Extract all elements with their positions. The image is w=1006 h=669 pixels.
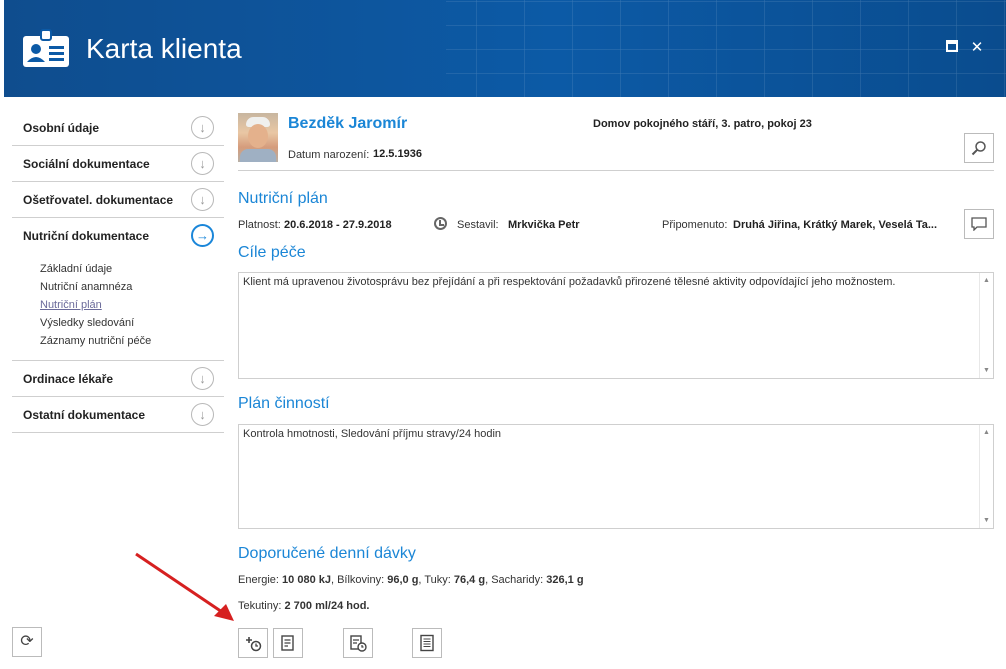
arrow-down-circle-icon[interactable]: ↓ [191,367,214,390]
scrollbar[interactable]: ▲ ▼ [979,425,993,528]
search-icon[interactable] [964,133,994,163]
activities-heading: Plán činností [238,395,330,412]
plan-heading: Nutriční plán [238,190,328,207]
subitem-monitoring-results[interactable]: Výsledky sledování [40,314,224,332]
subitem-care-records[interactable]: Záznamy nutriční péče [40,332,224,350]
arrow-right-circle-icon[interactable]: → [191,224,214,247]
document-history-icon[interactable] [343,628,373,658]
header-pattern [446,0,1006,97]
document-list-icon[interactable] [412,628,442,658]
carbs-value: 326,1 g [546,574,584,586]
energy-value: 10 080 kJ [282,574,331,586]
refresh-icon[interactable]: ⟳ [12,627,42,657]
reminded-value: Druhá Jiřina, Krátký Marek, Veselá Ta... [733,219,938,231]
scrollbar[interactable]: ▲ ▼ [979,273,993,378]
fat-value: 76,4 g [453,574,486,586]
dob-label: Datum narození: [288,149,370,161]
arrow-down-circle-icon[interactable]: ↓ [191,188,214,211]
sidebar-item-social[interactable]: Sociální dokumentace ↓ [12,146,224,182]
sidebar-item-label: Nutriční dokumentace [23,229,150,243]
annotation-arrow [135,552,234,621]
sidebar-item-label: Ošetřovatel. dokumentace [23,193,174,207]
sidebar-item-label: Sociální dokumentace [23,157,150,171]
goals-textarea[interactable]: Klient má upravenou životosprávu bez pře… [238,272,994,379]
subitem-nutrition-plan[interactable]: Nutriční plán [40,296,224,314]
fat-label: , Tuky: [418,574,451,586]
edit-document-icon[interactable] [273,628,303,658]
divider [238,170,994,171]
arrow-down-circle-icon[interactable]: ↓ [191,403,214,426]
sidebar-item-label: Ostatní dokumentace [23,408,146,422]
nutrition-subitems: Základní údaje Nutriční anamnéza Nutričn… [12,254,224,361]
goals-text: Klient má upravenou životosprávu bez pře… [243,276,896,288]
sidebar-item-nutrition[interactable]: Nutriční dokumentace → [12,218,224,254]
maximize-icon[interactable] [944,40,960,56]
window-header: Karta klienta ✕ [4,0,1006,97]
sidebar-item-label: Osobní údaje [23,121,100,135]
arrow-down-circle-icon[interactable]: ↓ [191,152,214,175]
activities-text: Kontrola hmotnosti, Sledování příjmu str… [243,428,502,440]
doses-heading: Doporučené denní dávky [238,545,416,562]
fluids-line: Tekutiny: 2 700 ml/24 hod. [238,600,369,612]
client-card-icon [23,29,69,67]
carbs-label: , Sacharidy: [485,574,544,586]
subitem-basic[interactable]: Základní údaje [40,260,224,278]
facility-location: Domov pokojného stáří, 3. patro, pokoj 2… [593,118,812,130]
author-label: Sestavil: [457,219,499,231]
window-title: Karta klienta [86,33,242,64]
validity-label: Platnost: [238,219,281,231]
author-value: Mrkvička Petr [508,219,580,231]
sidebar-item-personal[interactable]: Osobní údaje ↓ [12,110,224,146]
sidebar-item-label: Ordinace lékaře [23,372,114,386]
client-name: Bezděk Jaromír [288,115,408,132]
dob-value: 12.5.1936 [373,148,422,160]
close-icon[interactable]: ✕ [969,40,985,56]
goals-heading: Cíle péče [238,244,306,261]
reminded-label: Připomenuto: [662,219,728,231]
arrow-down-circle-icon[interactable]: ↓ [191,116,214,139]
add-scheduled-icon[interactable] [238,628,268,658]
subitem-anamnesis[interactable]: Nutriční anamnéza [40,278,224,296]
sidebar-item-doctor[interactable]: Ordinace lékaře ↓ [12,361,224,397]
nutrients-line: Energie: 10 080 kJ, Bílkoviny: 96,0 g, T… [238,574,584,586]
protein-label: , Bílkoviny: [330,574,385,586]
sidebar-item-other[interactable]: Ostatní dokumentace ↓ [12,397,224,433]
protein-value: 96,0 g [387,574,419,586]
sidebar-item-nursing[interactable]: Ošetřovatel. dokumentace ↓ [12,182,224,218]
clock-icon [434,217,447,230]
sidebar: Osobní údaje ↓ Sociální dokumentace ↓ Oš… [12,110,224,433]
validity-value: 20.6.2018 - 27.9.2018 [284,219,392,231]
activities-textarea[interactable]: Kontrola hmotnosti, Sledování příjmu str… [238,424,994,529]
comment-icon[interactable] [964,209,994,239]
fluids-value: 2 700 ml/24 hod. [284,600,370,612]
client-photo [238,113,278,162]
